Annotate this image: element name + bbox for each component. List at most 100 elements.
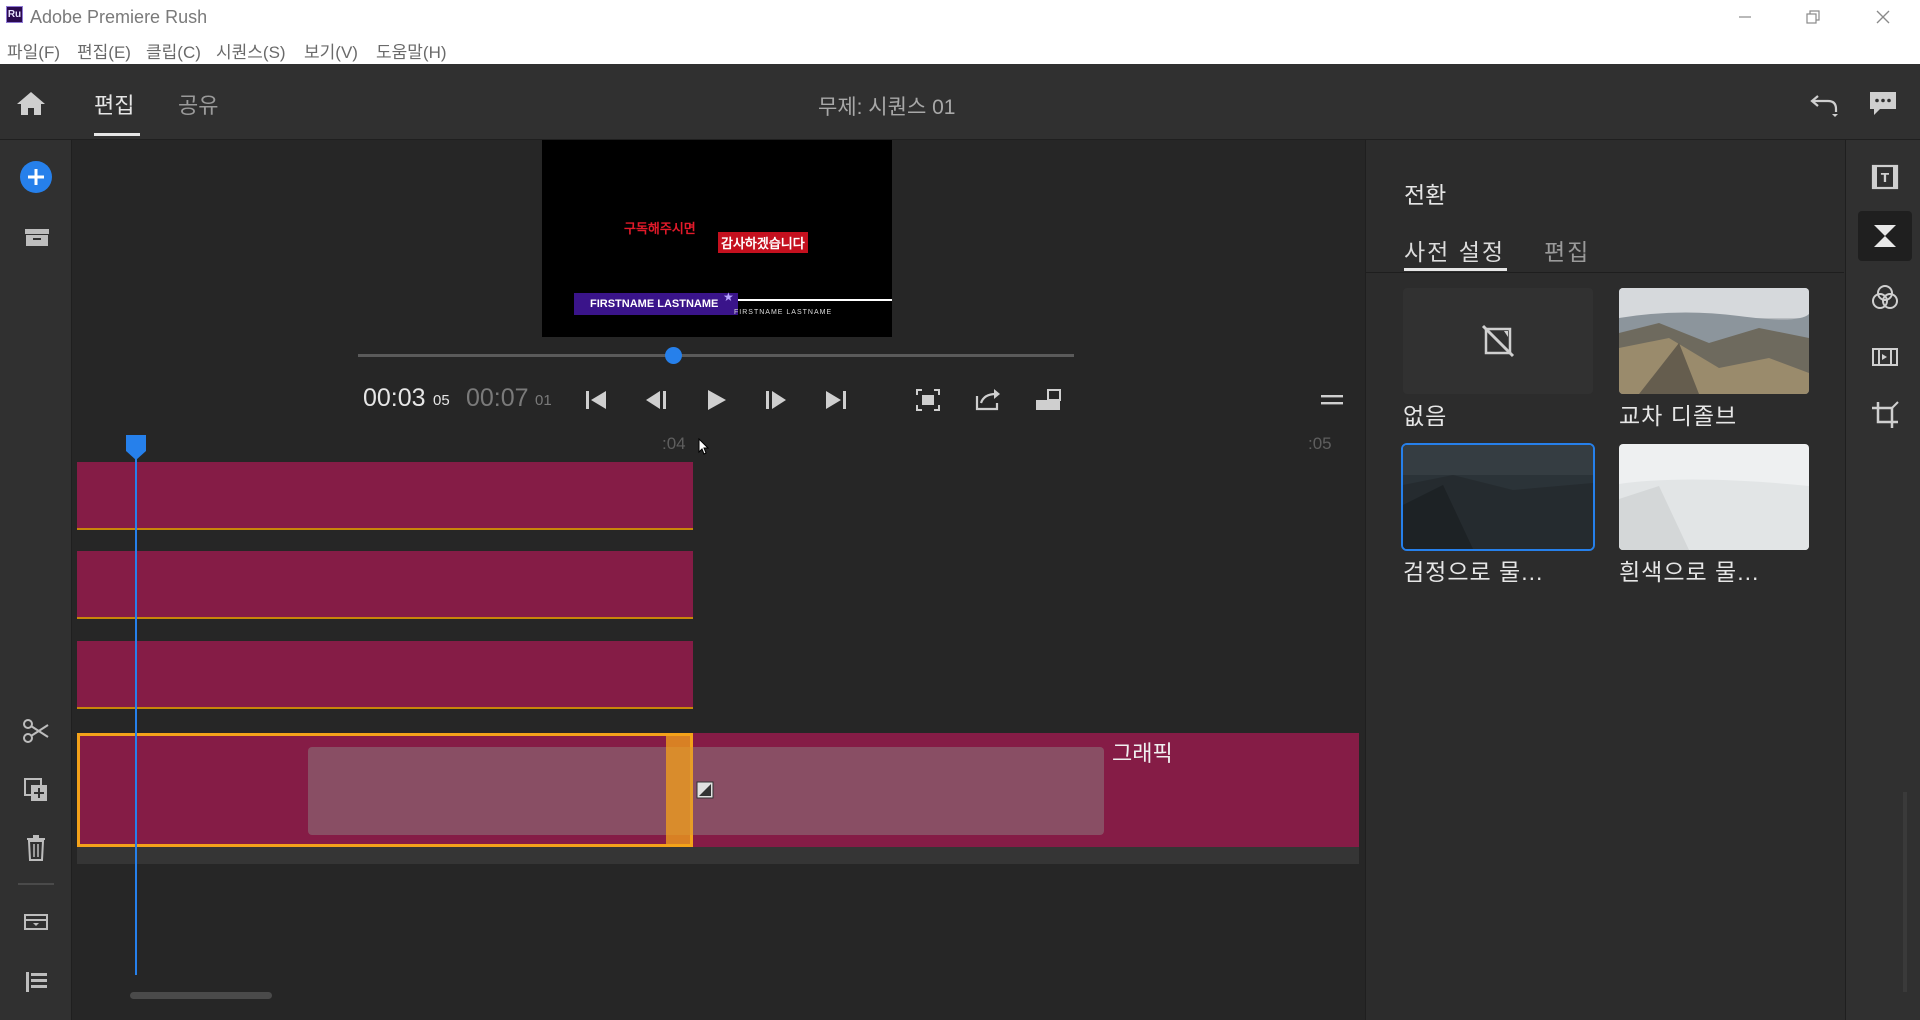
fullscreen-button[interactable] — [912, 384, 944, 416]
list-icon — [26, 972, 47, 992]
titles-button[interactable]: T — [1868, 160, 1902, 194]
tab-share[interactable]: 공유 — [178, 88, 218, 120]
skip-to-end-icon — [826, 391, 846, 409]
preset-none-thumb[interactable] — [1403, 288, 1593, 394]
tab-presets[interactable]: 사전 설정 — [1404, 233, 1505, 267]
film-title-icon: T — [1871, 164, 1899, 190]
play-button[interactable] — [700, 384, 732, 416]
window-title: Adobe Premiere Rush — [30, 7, 208, 27]
preset-label: 흰색으로 물... — [1619, 559, 1760, 585]
playhead-line[interactable] — [135, 440, 137, 975]
speed-icon — [1872, 348, 1898, 366]
preset-label: 없음 — [1403, 403, 1448, 429]
active-tab-indicator — [1404, 268, 1507, 271]
share-arrow-icon — [975, 389, 1000, 411]
preset-cross-dissolve-thumb[interactable] — [1619, 288, 1809, 394]
restore-button[interactable] — [1778, 0, 1848, 36]
panel-scrollbar[interactable] — [1903, 792, 1907, 992]
play-icon — [708, 390, 726, 410]
panel-title: 전환 — [1404, 182, 1447, 208]
lower-third-subtext: FIRSTNAME LASTNAME — [734, 309, 833, 316]
right-toolbar — [1845, 140, 1920, 1020]
menu-view[interactable]: 보기(V) — [304, 38, 358, 63]
star-icon: ★ — [723, 290, 734, 304]
lower-third-line — [738, 299, 892, 301]
delete-button[interactable] — [16, 830, 56, 866]
duration-timecode: 00:07 — [466, 384, 529, 412]
menu-file[interactable]: 파일(F) — [7, 38, 60, 63]
step-forward-button[interactable] — [760, 384, 792, 416]
track-controls-button[interactable] — [16, 904, 56, 940]
clip-trim-handle[interactable] — [666, 733, 693, 847]
toolbar-divider — [18, 883, 54, 885]
go-to-start-button[interactable] — [580, 384, 612, 416]
ruler-label: :05 — [1308, 434, 1332, 453]
transitions-button[interactable] — [1868, 219, 1902, 253]
duplicate-button[interactable] — [16, 772, 56, 808]
preview-caption-highlight: 감사하겠습니다 — [718, 232, 808, 253]
tab-edit[interactable]: 편집 — [94, 88, 134, 120]
active-tab-indicator — [94, 133, 140, 136]
menu-help[interactable]: 도움말(H) — [376, 38, 447, 63]
aspect-ratio-button[interactable] — [1032, 384, 1064, 416]
dark-landscape-image — [1403, 445, 1593, 549]
project-title[interactable]: 무제: 시퀀스 01 — [818, 91, 955, 121]
split-clip-button[interactable] — [16, 713, 56, 749]
scrub-handle[interactable] — [664, 347, 682, 364]
color-circles-icon — [1872, 285, 1898, 309]
archive-box-icon — [25, 229, 49, 246]
color-button[interactable] — [1868, 281, 1902, 315]
timeline-options-button[interactable] — [1318, 390, 1346, 410]
add-media-button[interactable] — [16, 159, 56, 195]
playhead-handle[interactable] — [124, 433, 148, 461]
project-assets-button[interactable] — [16, 220, 56, 256]
timeline-clip[interactable] — [77, 462, 693, 530]
app-logo: Ru — [6, 6, 23, 23]
undo-icon — [1810, 95, 1838, 117]
menu-clip[interactable]: 클립(C) — [146, 38, 201, 63]
svg-text:T: T — [1881, 171, 1890, 185]
timeline-clip[interactable] — [77, 641, 693, 709]
step-back-button[interactable] — [640, 384, 672, 416]
preview-caption-red: 구독해주시면 — [624, 221, 696, 236]
no-transition-icon — [1481, 324, 1515, 358]
minimize-button[interactable] — [1710, 0, 1780, 36]
preview-monitor[interactable]: 구독해주시면 감사하겠습니다 FIRSTNAME LASTNAME ★ FIRS… — [542, 140, 892, 337]
feedback-button[interactable] — [1866, 88, 1900, 118]
current-timecode: 00:03 — [363, 384, 426, 412]
scissors-icon — [23, 719, 49, 743]
menu-edit[interactable]: 편집(E) — [77, 38, 131, 63]
transition-bowtie-icon — [1874, 225, 1896, 247]
left-toolbar — [0, 140, 72, 1020]
tab-edit-transition[interactable]: 편집 — [1544, 233, 1590, 267]
transition-icon — [696, 781, 714, 799]
menu-sequence[interactable]: 시퀀스(S) — [216, 38, 286, 63]
preset-label: 검정으로 물... — [1403, 559, 1544, 585]
trash-icon — [27, 835, 45, 861]
track-list-button[interactable] — [16, 964, 56, 1000]
restore-icon — [1806, 10, 1820, 24]
transition-button[interactable] — [696, 781, 714, 799]
step-back-icon — [646, 391, 666, 409]
timeline-clip[interactable] — [77, 551, 693, 619]
preview-lower-third: FIRSTNAME LASTNAME — [574, 293, 738, 315]
undo-button[interactable] — [1808, 88, 1842, 118]
scrub-bar[interactable] — [358, 354, 1074, 357]
track-footer — [77, 847, 1359, 864]
landscape-image — [1619, 288, 1809, 394]
hamburger-icon — [1321, 395, 1343, 405]
home-button[interactable] — [14, 88, 48, 118]
light-landscape-image — [1619, 444, 1809, 550]
fit-frame-icon — [916, 389, 940, 411]
speed-button[interactable] — [1868, 340, 1902, 374]
close-button[interactable] — [1848, 0, 1918, 36]
timeline-scrollbar[interactable] — [130, 992, 272, 999]
home-icon — [17, 92, 45, 115]
app-header — [0, 64, 1920, 140]
crop-button[interactable] — [1868, 398, 1902, 432]
speech-bubble-icon — [1870, 92, 1896, 115]
preset-fade-black-thumb[interactable] — [1401, 443, 1595, 551]
loop-button[interactable] — [972, 384, 1004, 416]
preset-fade-white-thumb[interactable] — [1619, 444, 1809, 550]
go-to-end-button[interactable] — [820, 384, 852, 416]
